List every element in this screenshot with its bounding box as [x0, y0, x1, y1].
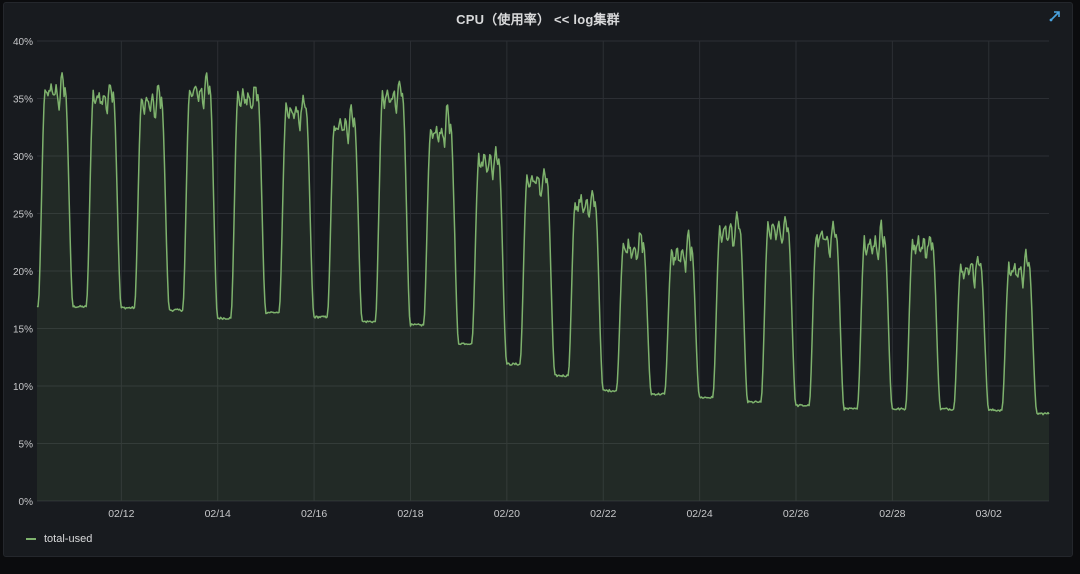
x-tick-label: 02/12: [108, 508, 134, 520]
legend-swatch: [26, 538, 36, 540]
x-tick-label: 02/16: [301, 508, 327, 520]
y-tick-label: 0%: [19, 497, 34, 508]
chart-panel: CPU（使用率） << log集群 0% 5% 10% 15% 20% 25% 30% 35%…: [3, 2, 1073, 557]
x-tick-label: 03/02: [976, 508, 1002, 520]
legend-label-total-used[interactable]: total-used: [44, 533, 92, 545]
y-tick-label: 30%: [13, 152, 33, 163]
y-tick-label: 10%: [13, 382, 33, 393]
y-tick-label: 5%: [19, 440, 34, 451]
x-tick-label: 02/28: [879, 508, 905, 520]
y-tick-label: 15%: [13, 325, 33, 336]
y-tick-label: 25%: [13, 210, 33, 221]
x-tick-label: 02/20: [494, 508, 520, 520]
legend: total-used: [26, 533, 92, 545]
y-tick-label: 20%: [13, 267, 33, 278]
series-area-total-used: [37, 72, 1049, 502]
time-series-chart[interactable]: 0% 5% 10% 15% 20% 25% 30% 35% 40% 02/12 02/14 02/16…: [4, 23, 1072, 543]
external-link-icon[interactable]: [1048, 9, 1062, 23]
y-tick-label: 40%: [13, 37, 33, 48]
x-tick-label: 02/26: [783, 508, 809, 520]
y-tick-label: 35%: [13, 95, 33, 106]
x-tick-label: 02/14: [205, 508, 231, 520]
x-tick-label: 02/22: [590, 508, 616, 520]
x-tick-label: 02/18: [397, 508, 423, 520]
x-tick-label: 02/24: [686, 508, 712, 520]
